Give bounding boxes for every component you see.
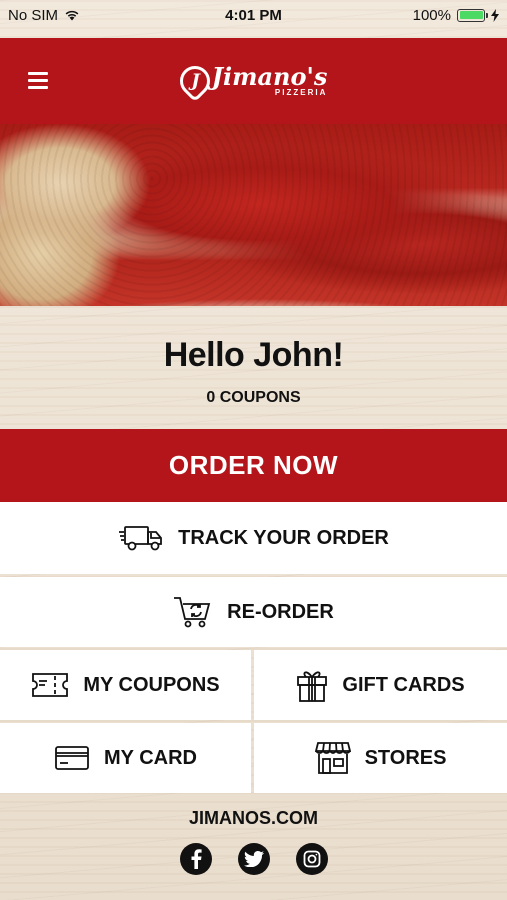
social-links (0, 843, 507, 875)
logo-pin-icon: J (173, 59, 216, 103)
my-card-label: MY CARD (104, 746, 197, 769)
delivery-truck-icon (119, 526, 163, 551)
brand-logo: J Jimano's PIZZERIA (173, 59, 328, 103)
my-coupons-button[interactable]: MY COUPONS (0, 650, 251, 720)
coupon-count: 0 COUPONS (206, 389, 301, 406)
hamburger-menu-icon[interactable] (28, 72, 48, 90)
gift-cards-button[interactable]: GIFT CARDS (254, 650, 507, 720)
wifi-icon (65, 10, 79, 21)
logo-initial: J (190, 70, 199, 92)
facebook-icon[interactable] (179, 843, 212, 875)
brand-name: Jimano's (211, 62, 328, 91)
stores-label: STORES (364, 746, 447, 769)
credit-card-icon (55, 746, 89, 770)
battery-fill (459, 11, 483, 19)
my-coupons-label: MY COUPONS (83, 673, 220, 696)
gift-box-icon (297, 671, 328, 702)
footer: JIMANOS.COM (0, 796, 507, 900)
storefront-icon (314, 742, 351, 774)
stores-button[interactable]: STORES (254, 723, 507, 793)
battery-icon (457, 8, 488, 22)
brand-sub: PIZZERIA (274, 88, 328, 97)
logo-text: Jimano's PIZZERIA (212, 65, 328, 97)
status-right: 100% (413, 7, 499, 24)
twitter-icon[interactable] (237, 843, 270, 875)
status-bar: No SIM 4:01 PM 100% (0, 0, 507, 30)
carrier-label: No SIM (8, 6, 59, 24)
reorder-label: RE-ORDER (227, 600, 334, 623)
cart-refresh-icon (174, 597, 211, 628)
greeting-title: Hello John! (163, 336, 344, 374)
coupon-ticket-icon (32, 673, 69, 697)
greeting-section: Hello John! 0 COUPONS (0, 306, 507, 428)
app-header: J Jimano's PIZZERIA (0, 38, 507, 124)
status-left: No SIM (8, 7, 80, 24)
reorder-button[interactable]: RE-ORDER (0, 577, 507, 647)
instagram-icon[interactable] (295, 843, 328, 875)
gift-cards-label: GIFT CARDS (342, 673, 465, 696)
charging-icon (491, 8, 499, 22)
my-card-button[interactable]: MY CARD (0, 723, 251, 793)
track-order-button[interactable]: TRACK YOUR ORDER (0, 502, 507, 574)
hero-pizza-image (0, 124, 507, 306)
battery-percent: 100% (412, 6, 451, 24)
order-now-button[interactable]: ORDER NOW (0, 429, 507, 502)
website-link[interactable]: JIMANOS.COM (189, 808, 318, 829)
track-order-label: TRACK YOUR ORDER (178, 526, 389, 549)
